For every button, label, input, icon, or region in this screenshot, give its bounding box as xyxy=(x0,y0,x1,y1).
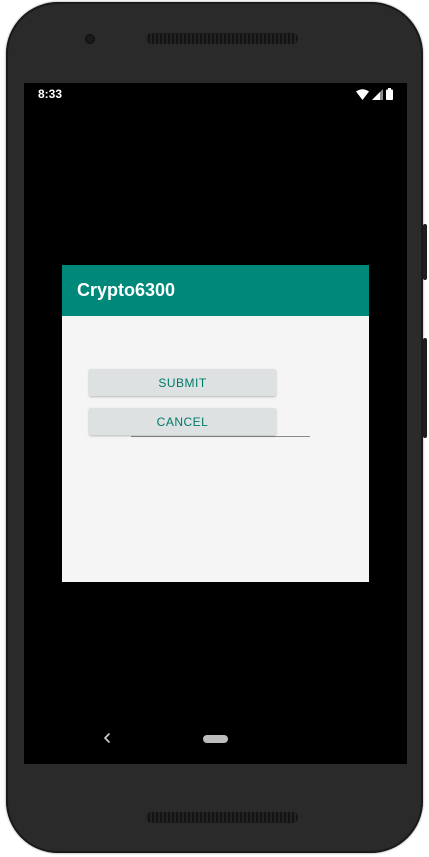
home-icon[interactable] xyxy=(203,735,228,743)
dialog-title: Crypto6300 xyxy=(77,280,176,300)
cancel-button[interactable]: CANCEL xyxy=(89,408,276,435)
earpiece-speaker xyxy=(146,33,298,44)
dialog-header: Crypto6300 xyxy=(62,265,369,316)
back-icon[interactable] xyxy=(100,730,114,746)
signal-icon xyxy=(372,88,383,100)
status-time: 8:33 xyxy=(38,87,63,101)
power-button xyxy=(423,224,427,280)
front-camera xyxy=(85,34,95,44)
volume-button xyxy=(423,338,427,438)
submit-button[interactable]: SUBMIT xyxy=(89,369,276,396)
screen: 8:33 Crypto6300 SUBMIT CANCEL xyxy=(24,83,407,764)
status-icons xyxy=(356,88,393,100)
navigation-bar xyxy=(24,716,407,764)
bottom-speaker xyxy=(146,812,298,823)
battery-icon xyxy=(386,88,393,100)
status-bar: 8:33 xyxy=(24,83,407,105)
wifi-icon xyxy=(356,88,369,100)
